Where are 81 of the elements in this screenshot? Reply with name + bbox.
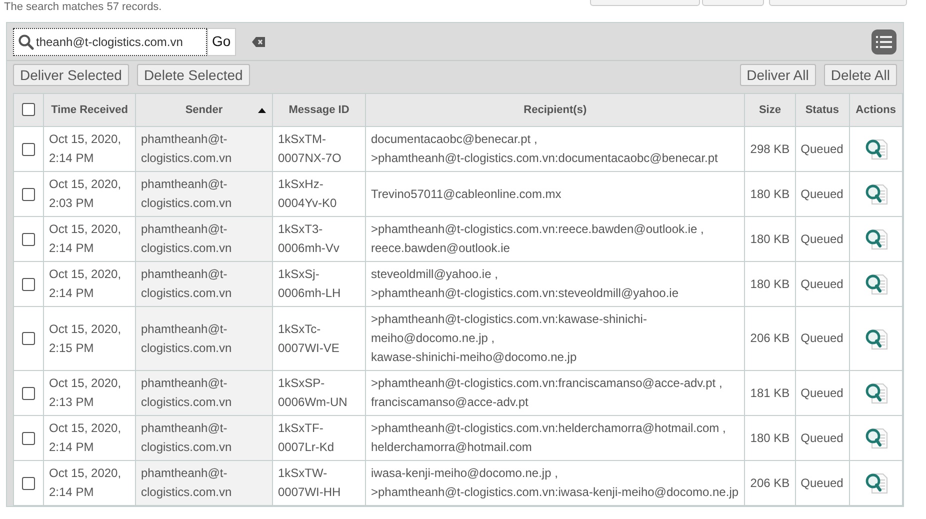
recipient-text: kawase-shinichi-meiho@docomo.ne.jp	[371, 349, 578, 366]
size-cell: 206 KB	[744, 460, 796, 506]
recipient-text: >phamtheanh@t-clogistics.com.vn:documentacaobc@benecar.pt	[371, 150, 719, 167]
sender-cell: phamtheanh@t-clogistics.com.vn	[136, 126, 272, 172]
column-header[interactable]: Time Received	[44, 94, 136, 126]
sender-cell: phamtheanh@t-clogistics.com.vn	[136, 370, 272, 416]
sender-cell: phamtheanh@t-clogistics.com.vn	[136, 172, 272, 216]
view-message-icon[interactable]	[864, 471, 888, 495]
row-checkbox[interactable]	[22, 432, 35, 445]
row-checkbox[interactable]	[22, 386, 35, 400]
view-message-icon[interactable]	[864, 137, 888, 161]
status-cell: Queued	[795, 216, 850, 262]
search-box[interactable]: theanh@t-clogistics.com.vn	[13, 28, 207, 56]
recipient-text: >phamtheanh@t-clogistics.com.vn:steveoldmill@yahoo.ie	[371, 285, 680, 302]
clear-tag-icon[interactable]	[252, 36, 266, 48]
view-message-icon[interactable]	[864, 426, 888, 450]
sort-ascending-icon[interactable]	[258, 108, 266, 113]
status-cell: Queued	[795, 126, 850, 172]
recipient-text: Trevino57011@cableonline.com.mx	[371, 186, 562, 202]
message-id-cell: 1kSxTW-0007WI-HH	[272, 460, 366, 506]
message-id-cell: 1kSxSP-0006Wm-UN	[272, 370, 366, 416]
view-message-icon[interactable]	[864, 272, 888, 296]
recipient-text: reece.bawden@outlook.ie	[371, 240, 511, 257]
message-id-cell: 1kSxHz-0004Yv-K0	[272, 172, 366, 216]
row-checkbox[interactable]	[22, 232, 35, 246]
message-id-cell: 1kSxT3-0006mh-Vv	[272, 216, 366, 262]
column-header[interactable]: Recipient(s)	[366, 94, 745, 126]
view-message-icon[interactable]	[864, 227, 888, 251]
message-id-cell: 1kSxTc-0007WI-VE	[272, 306, 366, 370]
sender-cell: phamtheanh@t-clogistics.com.vn	[136, 460, 272, 506]
recipient-text: >phamtheanh@t-clogistics.com.vn:helderchamorra@hotmail.com ,	[371, 420, 727, 437]
recipient-text: helderchamorra@hotmail.com	[371, 439, 533, 456]
status-cell: Queued	[795, 460, 850, 506]
view-message-icon[interactable]	[864, 381, 888, 405]
row-checkbox[interactable]	[22, 332, 35, 346]
recipient-text: >phamtheanh@t-clogistics.com.vn:reece.bawden@outlook.ie ,	[371, 221, 705, 238]
recipient-text: >phamtheanh@t-clogistics.com.vn:franciscamanso@acce-adv.pt ,	[371, 375, 724, 392]
message-id-cell: 1kSxTM-0007NX-7O	[272, 126, 366, 172]
size-cell: 298 KB	[744, 126, 796, 172]
column-header[interactable]: Message ID	[272, 94, 366, 126]
action-button[interactable]: Delete Selected	[136, 64, 250, 86]
sender-cell: phamtheanh@t-clogistics.com.vn	[136, 306, 272, 370]
recipient-text: steveoldmill@yahoo.ie ,	[371, 266, 499, 283]
sender-cell: phamtheanh@t-clogistics.com.vn	[136, 216, 272, 262]
row-checkbox[interactable]	[22, 278, 35, 291]
message-id-cell: 1kSxTF-0007Lr-Kd	[272, 416, 366, 460]
row-checkbox[interactable]	[22, 476, 35, 490]
size-cell: 180 KB	[744, 216, 796, 262]
view-message-icon[interactable]	[864, 326, 888, 350]
view-message-icon[interactable]	[864, 182, 888, 206]
sender-cell: phamtheanh@t-clogistics.com.vn	[136, 416, 272, 460]
recipient-text: iwasa-kenji-meiho@docomo.ne.jp ,	[371, 465, 559, 482]
search-summary: The search matches 57 records.	[4, 0, 162, 15]
size-cell: 206 KB	[744, 306, 796, 370]
action-button[interactable]: Deliver All	[740, 64, 816, 86]
action-button[interactable]: Delete All	[824, 64, 897, 86]
status-cell: Queued	[795, 416, 850, 460]
select-all-checkbox[interactable]	[22, 103, 35, 116]
row-checkbox[interactable]	[22, 142, 35, 156]
message-id-cell: 1kSxSj-0006mh-LH	[272, 262, 366, 306]
row-checkbox[interactable]	[22, 188, 35, 201]
status-cell: Queued	[795, 306, 850, 370]
status-cell: Queued	[795, 172, 850, 216]
sender-cell: phamtheanh@t-clogistics.com.vn	[136, 262, 272, 306]
size-cell: 181 KB	[744, 370, 796, 416]
recipient-text: >phamtheanh@t-clogistics.com.vn:iwasa-kenji-meiho@docomo.ne.jp	[371, 484, 740, 501]
action-button[interactable]: Deliver Selected	[13, 64, 129, 86]
list-menu-icon[interactable]	[871, 28, 897, 54]
column-header[interactable]: Size	[744, 94, 796, 126]
recipient-text: franciscamanso@acce-adv.pt	[371, 394, 530, 411]
go-button[interactable]: Go	[207, 28, 236, 56]
column-header[interactable]: Status	[795, 94, 850, 126]
status-cell: Queued	[795, 370, 850, 416]
column-header[interactable]: Actions	[849, 94, 902, 126]
recipient-text: documentacaobc@benecar.pt ,	[371, 131, 538, 148]
column-label: Sender	[185, 104, 223, 116]
size-cell: 180 KB	[744, 172, 796, 216]
size-cell: 180 KB	[744, 416, 796, 460]
status-cell: Queued	[795, 262, 850, 306]
size-cell: 180 KB	[744, 262, 796, 306]
search-icon	[18, 34, 34, 50]
